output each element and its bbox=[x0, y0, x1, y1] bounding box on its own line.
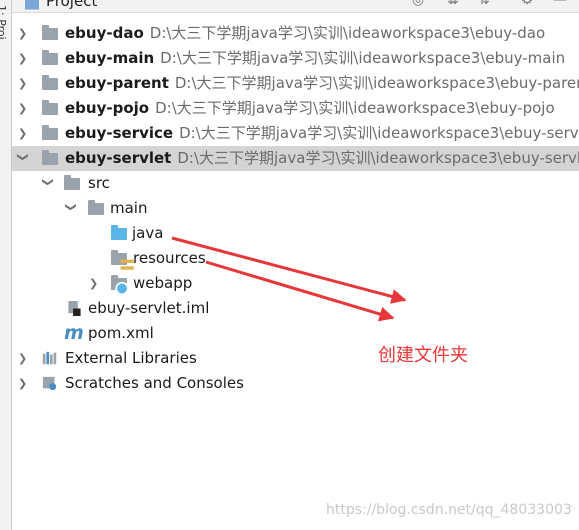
annotation-arrows bbox=[171, 236, 407, 322]
annotation-arrow-java bbox=[171, 236, 407, 304]
annotation-text: 创建文件夹 bbox=[378, 345, 468, 366]
watermark: https://blog.csdn.net/qq_48033003 bbox=[326, 502, 572, 518]
